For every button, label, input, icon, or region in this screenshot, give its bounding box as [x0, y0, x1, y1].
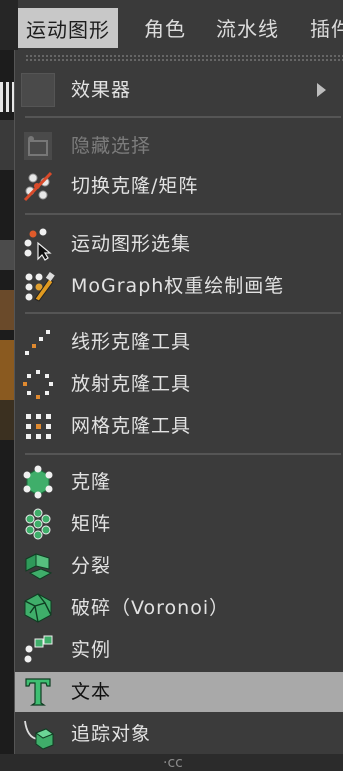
menubar: 运动图形 角色 流水线 插件 [0, 0, 343, 50]
menu-item-effectors[interactable]: 效果器 [15, 70, 343, 110]
menu-mograph[interactable]: 运动图形 [18, 8, 118, 48]
voronoi-fracture-icon [24, 593, 52, 623]
radial-clone-icon [23, 370, 53, 399]
menu-item-matrix[interactable]: 矩阵 [15, 504, 343, 544]
instance-icon [24, 635, 53, 663]
menu-pipeline[interactable]: 流水线 [216, 0, 279, 50]
menu-item-toggle-clone-matrix[interactable]: 切换克隆/矩阵 [15, 166, 343, 206]
mograph-dropdown-menu: 效果器 隐藏选择 切换克隆/矩阵 运动图形选集 MoGraph权重绘制画笔 线形… [14, 50, 343, 771]
separator [25, 213, 341, 215]
fracture-icon [25, 553, 53, 580]
menu-item-fracture[interactable]: 分裂 [15, 546, 343, 586]
menu-item-label: 文本 [71, 681, 112, 703]
menu-item-label: 破碎（Voronoi） [71, 597, 230, 619]
menu-item-grid-clone-tool[interactable]: 网格克隆工具 [15, 406, 343, 446]
matrix-icon [25, 508, 51, 540]
menu-item-label: MoGraph权重绘制画笔 [71, 275, 285, 297]
menu-item-cloner[interactable]: 克隆 [15, 462, 343, 502]
menu-item-tracer[interactable]: 追踪对象 [15, 714, 343, 754]
mograph-selection-icon [24, 228, 52, 261]
menu-item-label: 网格克隆工具 [71, 415, 192, 437]
menu-item-mograph-selection[interactable]: 运动图形选集 [15, 224, 343, 264]
menu-item-radial-clone-tool[interactable]: 放射克隆工具 [15, 364, 343, 404]
menu-item-voronoi-fracture[interactable]: 破碎（Voronoi） [15, 588, 343, 628]
separator [25, 312, 341, 314]
tracer-icon [24, 720, 55, 750]
menu-item-label: 克隆 [71, 471, 112, 493]
menu-item-label: 放射克隆工具 [71, 373, 192, 395]
separator [25, 453, 341, 455]
hide-selection-icon [24, 132, 52, 160]
tearoff-handle[interactable] [25, 54, 343, 62]
menu-item-label: 效果器 [71, 79, 132, 101]
menu-item-label: 矩阵 [71, 513, 112, 535]
menu-item-label: 隐藏选择 [71, 135, 152, 157]
menu-item-instance[interactable]: 实例 [15, 630, 343, 670]
menubar-edge [0, 0, 18, 50]
watermark: ·cc [163, 755, 183, 771]
menu-character[interactable]: 角色 [144, 0, 186, 50]
menu-item-linear-clone-tool[interactable]: 线形克隆工具 [15, 322, 343, 362]
menu-item-label: 追踪对象 [71, 723, 152, 745]
separator [25, 116, 341, 118]
blank-icon [21, 73, 55, 107]
menu-item-weight-paint-brush[interactable]: MoGraph权重绘制画笔 [15, 266, 343, 306]
weight-paint-brush-icon [25, 272, 55, 302]
menu-item-label: 实例 [71, 639, 112, 661]
menu-item-hide-selection: 隐藏选择 [15, 126, 343, 166]
menu-item-label: 线形克隆工具 [71, 331, 192, 353]
text-icon [25, 678, 51, 706]
menu-item-label: 运动图形选集 [71, 233, 192, 255]
linear-clone-icon [25, 330, 50, 355]
menu-plugins[interactable]: 插件 [310, 0, 343, 50]
toggle-clone-icon [23, 171, 53, 202]
submenu-arrow-icon [317, 83, 326, 97]
grid-clone-icon [26, 414, 51, 439]
menu-item-label: 分裂 [71, 555, 112, 577]
cloner-icon [23, 465, 53, 499]
menu-item-text[interactable]: 文本 [15, 672, 343, 712]
menu-item-label: 切换克隆/矩阵 [71, 175, 199, 197]
